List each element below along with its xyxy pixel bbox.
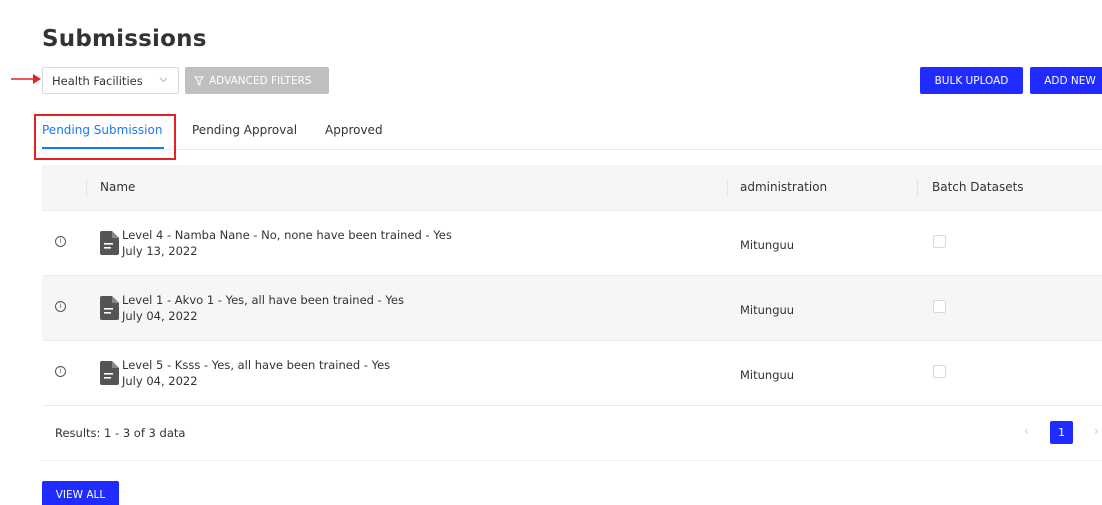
tab-pending-approval[interactable]: Pending Approval <box>192 123 297 137</box>
tab-approved[interactable]: Approved <box>325 123 383 137</box>
table-row[interactable]: i Level 5 - Ksss - Yes, all have been tr… <box>42 341 1102 406</box>
submission-name: Level 5 - Ksss - Yes, all have been trai… <box>122 358 391 372</box>
chevron-left-icon[interactable]: ‹ <box>1024 424 1029 438</box>
column-header-administration[interactable]: administration <box>740 180 827 194</box>
annotation-highlight-box <box>34 114 176 160</box>
column-divider <box>727 179 728 197</box>
column-divider <box>917 179 918 197</box>
annotation-arrow-icon <box>11 74 41 84</box>
column-divider <box>86 179 87 197</box>
submissions-table: Name administration Batch Datasets i Lev… <box>42 165 1102 461</box>
table-header: Name administration Batch Datasets <box>42 165 1102 211</box>
form-select-value: Health Facilities <box>52 73 143 88</box>
view-all-button[interactable]: VIEW ALL <box>42 481 119 505</box>
chevron-down-icon <box>159 75 168 84</box>
results-count: Results: 1 - 3 of 3 data <box>55 426 186 440</box>
batch-dataset-checkbox[interactable] <box>933 300 946 313</box>
info-icon[interactable]: i <box>55 236 66 247</box>
table-row[interactable]: i Level 4 - Namba Nane - No, none have b… <box>42 211 1102 276</box>
submission-tabs: Pending Submission Pending Approval Appr… <box>42 113 1102 150</box>
bulk-upload-button[interactable]: BULK UPLOAD <box>920 67 1023 94</box>
submission-date: July 04, 2022 <box>122 374 198 388</box>
submission-name: Level 4 - Namba Nane - No, none have bee… <box>122 228 452 242</box>
column-header-name[interactable]: Name <box>100 180 135 194</box>
document-icon <box>100 231 119 255</box>
add-new-label: ADD NEW <box>1044 74 1096 87</box>
info-icon[interactable]: i <box>55 366 66 377</box>
pagination-page-current[interactable]: 1 <box>1050 421 1073 444</box>
administration-cell: Mitunguu <box>740 303 795 317</box>
document-icon <box>100 296 119 320</box>
table-row[interactable]: i Level 1 - Akvo 1 - Yes, all have been … <box>42 276 1102 341</box>
batch-dataset-checkbox[interactable] <box>933 365 946 378</box>
advanced-filters-button[interactable]: ADVANCED FILTERS <box>185 67 329 94</box>
advanced-filters-label: ADVANCED FILTERS <box>209 74 312 87</box>
view-all-label: VIEW ALL <box>55 489 106 501</box>
submission-date: July 13, 2022 <box>122 244 198 258</box>
filter-icon <box>194 76 204 86</box>
administration-cell: Mitunguu <box>740 238 795 252</box>
info-icon[interactable]: i <box>55 301 66 312</box>
submission-name: Level 1 - Akvo 1 - Yes, all have been tr… <box>122 293 404 307</box>
table-footer: Results: 1 - 3 of 3 data ‹ 1 › <box>42 406 1102 461</box>
submission-date: July 04, 2022 <box>122 309 198 323</box>
batch-dataset-checkbox[interactable] <box>933 235 946 248</box>
form-select[interactable]: Health Facilities <box>42 67 179 94</box>
add-new-button[interactable]: ADD NEW <box>1030 67 1102 94</box>
document-icon <box>100 361 119 385</box>
administration-cell: Mitunguu <box>740 368 795 382</box>
page-title: Submissions <box>42 26 207 52</box>
bulk-upload-label: BULK UPLOAD <box>934 74 1009 87</box>
chevron-right-icon[interactable]: › <box>1094 424 1099 438</box>
column-header-batch-datasets[interactable]: Batch Datasets <box>932 180 1024 194</box>
